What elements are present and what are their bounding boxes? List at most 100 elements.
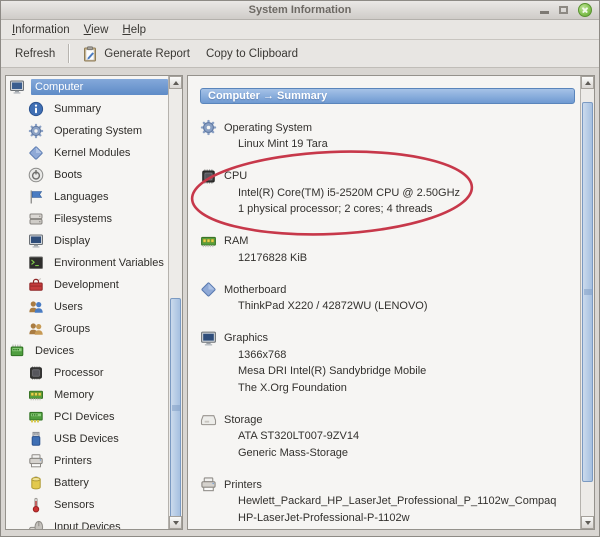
cpu-icon	[28, 365, 44, 381]
computer-icon	[9, 79, 25, 95]
scroll-down-icon[interactable]	[581, 516, 594, 529]
cpu-icon	[200, 168, 217, 185]
section-cpu: CPU Intel(R) Core(TM) i5-2520M CPU @ 2.50…	[200, 168, 580, 218]
sidebar-item-label: Sensors	[50, 497, 98, 513]
section-header: RAM	[200, 233, 580, 250]
sidebar-item-kernel-modules[interactable]: Kernel Modules	[6, 142, 168, 164]
section-header: Operating System	[200, 119, 580, 136]
drive-icon	[28, 211, 44, 227]
sidebar-item-operating-system[interactable]: Operating System	[6, 120, 168, 142]
ram-icon	[200, 233, 217, 250]
section-header: Printers	[200, 476, 580, 493]
sidebar-item-label: USB Devices	[50, 431, 123, 447]
summary-scrollbar[interactable]	[580, 76, 594, 529]
system-information-window: System Information InformationViewHelp R…	[0, 0, 600, 537]
section-values: 1366x768Mesa DRI Intel(R) Sandybridge Mo…	[238, 347, 580, 397]
titlebar[interactable]: System Information	[1, 1, 599, 20]
info-icon	[28, 101, 44, 117]
monitor-icon	[28, 233, 44, 249]
section-storage: StorageATA ST320LT007-9ZV14Generic Mass-…	[200, 411, 580, 461]
breadcrumb: Computer → Summary	[200, 88, 575, 104]
section-value: ThinkPad X220 / 42872WU (LENOVO)	[238, 298, 580, 315]
toolbar: Refresh Generate Report Copy to Clipboard	[1, 40, 599, 68]
sidebar-item-label: Operating System	[50, 123, 146, 139]
close-icon[interactable]	[578, 3, 592, 17]
sidebar-item-groups[interactable]: Groups	[6, 318, 168, 340]
section-printers: PrintersHewlett_Packard_HP_LaserJet_Prof…	[200, 476, 580, 526]
summary-sections: Operating SystemLinux Mint 19 Tara CPU Int…	[200, 119, 580, 526]
chip-green-icon	[9, 343, 25, 359]
sidebar-item-users[interactable]: Users	[6, 296, 168, 318]
diamond-icon	[28, 145, 44, 161]
sidebar-item-pci-devices[interactable]: PCI Devices	[6, 406, 168, 428]
sidebar-item-label: Devices	[31, 343, 78, 359]
toolbar-separator	[68, 44, 69, 63]
sidebar-item-usb-devices[interactable]: USB Devices	[6, 428, 168, 450]
sidebar-item-sensors[interactable]: Sensors	[6, 494, 168, 516]
sidebar-item-input-devices[interactable]: Input Devices	[6, 516, 168, 529]
section-header: CPU	[200, 168, 580, 185]
printer-icon	[28, 453, 44, 469]
section-graphics: Graphics 1366x768Mesa DRI Intel(R) Sandyb…	[200, 330, 580, 397]
menu-help[interactable]: Help	[115, 22, 153, 38]
sidebar-item-devices[interactable]: Devices	[6, 340, 168, 362]
scroll-down-icon[interactable]	[169, 516, 182, 529]
power-icon	[28, 167, 44, 183]
section-values: Linux Mint 19 Tara	[238, 136, 580, 153]
toolbar-button-label: Copy to Clipboard	[206, 48, 298, 60]
sidebar-item-environment-variables[interactable]: Environment Variables	[6, 252, 168, 274]
sidebar-item-label: Input Devices	[50, 519, 125, 529]
section-values: Intel(R) Core(TM) i5-2520M CPU @ 2.50GHz…	[238, 185, 580, 218]
scroll-up-icon[interactable]	[581, 76, 594, 89]
section-operating-system: Operating SystemLinux Mint 19 Tara	[200, 119, 580, 153]
refresh-button[interactable]: Refresh	[7, 45, 63, 63]
thermometer-icon	[28, 497, 44, 513]
sidebar-item-printers[interactable]: Printers	[6, 450, 168, 472]
sidebar-scrollbar-thumb[interactable]	[170, 298, 181, 518]
section-value: Linux Mint 19 Tara	[238, 136, 580, 153]
generate-report-button[interactable]: Generate Report	[74, 43, 198, 65]
battery-icon	[28, 475, 44, 491]
section-title: Storage	[224, 414, 263, 426]
sidebar-item-boots[interactable]: Boots	[6, 164, 168, 186]
scroll-up-icon[interactable]	[169, 76, 182, 89]
section-title: Graphics	[224, 332, 268, 344]
menu-information[interactable]: Information	[5, 22, 77, 38]
restore-icon[interactable]	[559, 6, 568, 14]
ram-icon	[28, 387, 44, 403]
sidebar-item-label: Battery	[50, 475, 93, 491]
sidebar-scrollbar[interactable]	[168, 76, 182, 529]
sidebar-item-label: Processor	[50, 365, 108, 381]
sidebar-item-computer[interactable]: Computer	[6, 76, 168, 98]
section-value: Mesa DRI Intel(R) Sandybridge Mobile	[238, 363, 580, 380]
section-values: Hewlett_Packard_HP_LaserJet_Professional…	[238, 493, 580, 526]
summary-scrollbar-thumb[interactable]	[582, 102, 593, 482]
sidebar-item-battery[interactable]: Battery	[6, 472, 168, 494]
section-value: Hewlett_Packard_HP_LaserJet_Professional…	[238, 493, 580, 510]
section-title: CPU	[224, 170, 247, 182]
section-header: Graphics	[200, 330, 580, 347]
sidebar-item-processor[interactable]: Processor	[6, 362, 168, 384]
section-values: 12176828 KiB	[238, 250, 580, 267]
sidebar-item-label: Filesystems	[50, 211, 116, 227]
copy-to-clipboard-button[interactable]: Copy to Clipboard	[198, 45, 306, 63]
summary-content: Computer → Summary Operating SystemLinux…	[188, 76, 580, 529]
groups-icon	[28, 321, 44, 337]
content-area: Computer Summary Operating System Kernel Mo…	[1, 69, 599, 536]
section-ram: RAM12176828 KiB	[200, 233, 580, 267]
sidebar-item-label: Computer	[31, 79, 168, 95]
sidebar-item-summary[interactable]: Summary	[6, 98, 168, 120]
sidebar-item-languages[interactable]: Languages	[6, 186, 168, 208]
toolbar-button-label: Refresh	[15, 48, 55, 60]
sidebar-item-label: Boots	[50, 167, 86, 183]
sidebar-tree: Computer Summary Operating System Kernel Mo…	[6, 76, 168, 529]
sidebar-item-label: PCI Devices	[50, 409, 119, 425]
minimize-icon[interactable]	[540, 11, 549, 14]
sidebar-item-filesystems[interactable]: Filesystems	[6, 208, 168, 230]
sidebar-item-label: Environment Variables	[50, 255, 168, 271]
sidebar-item-memory[interactable]: Memory	[6, 384, 168, 406]
sidebar-item-development[interactable]: Development	[6, 274, 168, 296]
section-value: Intel(R) Core(TM) i5-2520M CPU @ 2.50GHz	[238, 185, 580, 202]
sidebar-item-display[interactable]: Display	[6, 230, 168, 252]
menu-view[interactable]: View	[77, 22, 116, 38]
